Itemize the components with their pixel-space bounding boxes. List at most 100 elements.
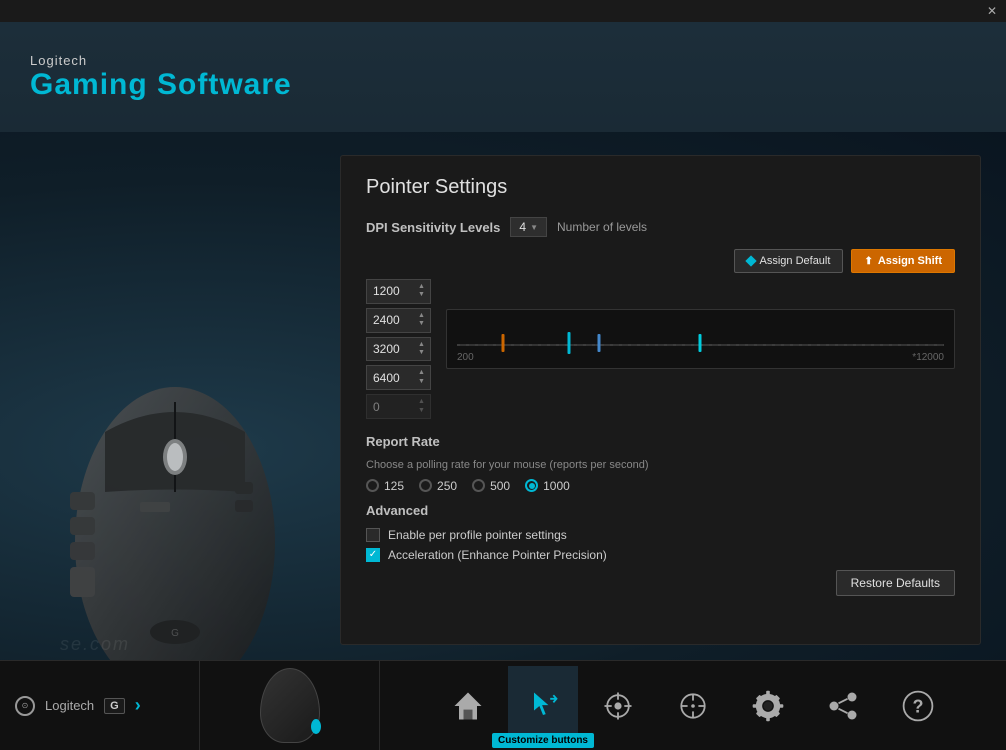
increment-icon[interactable]: ▲: [418, 398, 425, 406]
decrement-icon[interactable]: ▼: [418, 378, 425, 386]
dpi-level-4-stepper[interactable]: ▲ ▼: [418, 369, 425, 386]
increment-icon[interactable]: ▲: [418, 369, 425, 377]
checkbox-acceleration-label: Acceleration (Enhance Pointer Precision): [388, 548, 607, 562]
close-button[interactable]: ✕: [984, 3, 1000, 19]
radio-125[interactable]: 125: [366, 479, 404, 493]
num-levels-label: Number of levels: [557, 220, 647, 234]
chevron-down-icon: ▼: [530, 223, 538, 232]
dpi-marker-1[interactable]: [501, 334, 504, 352]
app-title: Gaming Software: [30, 68, 292, 102]
dpi-level-4-field[interactable]: [373, 371, 418, 385]
dpi-level-1-row: ▲ ▼: [366, 279, 431, 304]
slider-max-label: *12000: [912, 352, 944, 363]
share-icon: [823, 686, 863, 726]
checkbox-per-profile-box[interactable]: [366, 528, 380, 542]
brand-text: Logitech: [45, 698, 94, 713]
decrement-icon[interactable]: ▼: [418, 291, 425, 299]
dpi-marker-2[interactable]: [567, 332, 570, 354]
assign-buttons-row: Assign Default ⬆ Assign Shift: [366, 249, 955, 273]
increment-icon[interactable]: ▲: [418, 312, 425, 320]
radio-250[interactable]: 250: [419, 479, 457, 493]
checkbox-acceleration-box[interactable]: ✓: [366, 548, 380, 562]
nav-share[interactable]: [808, 666, 878, 746]
decrement-icon[interactable]: ▼: [418, 407, 425, 415]
radio-circle-125[interactable]: [366, 479, 379, 492]
advanced-label: Advanced: [366, 503, 955, 518]
radio-500[interactable]: 500: [472, 479, 510, 493]
dpi-level-2-field[interactable]: [373, 313, 418, 327]
dpi-level-5-field[interactable]: [373, 400, 418, 414]
dpi-content: ▲ ▼ ▲ ▼ ▲: [366, 279, 955, 419]
restore-defaults-button[interactable]: Restore Defaults: [836, 570, 955, 596]
increment-icon[interactable]: ▲: [418, 341, 425, 349]
radio-selected-indicator: [529, 483, 535, 489]
dpi-level-3-stepper[interactable]: ▲ ▼: [418, 341, 425, 358]
decrement-icon[interactable]: ▼: [418, 349, 425, 357]
title-bar: ✕: [0, 0, 1006, 22]
dpi-level-2-row: ▲ ▼: [366, 308, 431, 333]
checkbox-per-profile: Enable per profile pointer settings: [366, 528, 955, 542]
radio-1000[interactable]: 1000: [525, 479, 570, 493]
dpi-count-selector[interactable]: 4 ▼: [510, 217, 547, 237]
dpi-header: DPI Sensitivity Levels 4 ▼ Number of lev…: [366, 217, 955, 237]
dpi-levels-label: DPI Sensitivity Levels: [366, 220, 500, 235]
dpi-level-1-stepper[interactable]: ▲ ▼: [418, 283, 425, 300]
logitech-circle-icon: ⊙: [15, 696, 35, 716]
mouse-svg: G: [35, 292, 315, 712]
mouse-thumb-shape: [260, 668, 320, 743]
nav-help[interactable]: ?: [883, 666, 953, 746]
g-badge: G: [104, 698, 125, 714]
advanced-section: Advanced Enable per profile pointer sett…: [366, 503, 955, 596]
logitech-brand-text: Logitech: [45, 698, 94, 713]
radio-label-500: 500: [490, 479, 510, 493]
dpi-slider-area: 200 *12000: [446, 279, 955, 419]
assign-default-button[interactable]: Assign Default: [734, 249, 844, 273]
nav-crosshair[interactable]: [658, 666, 728, 746]
dpi-level-5-row: ▲ ▼: [366, 394, 431, 419]
logo-area: Logitech Gaming Software: [30, 53, 292, 102]
dpi-level-5-input[interactable]: ▲ ▼: [366, 394, 431, 419]
nav-settings[interactable]: [733, 666, 803, 746]
radio-circle-1000[interactable]: [525, 479, 538, 492]
nav-customize-buttons[interactable]: Customize buttons: [508, 666, 578, 746]
gear-icon: [748, 686, 788, 726]
bottom-left-brand: ⊙ Logitech G ›: [0, 661, 200, 750]
slider-min-label: 200: [457, 352, 474, 363]
customize-buttons-tooltip: Customize buttons: [492, 733, 594, 748]
radio-circle-250[interactable]: [419, 479, 432, 492]
report-rate-label: Report Rate: [366, 434, 955, 449]
dpi-level-1-input[interactable]: ▲ ▼: [366, 279, 431, 304]
dpi-level-3-field[interactable]: [373, 342, 418, 356]
cursor-arrows-icon: [523, 686, 563, 726]
mouse-thumbnail[interactable]: [200, 661, 380, 750]
radio-group: 125 250 500 1000: [366, 479, 955, 493]
main-panel: Pointer Settings DPI Sensitivity Levels …: [340, 155, 981, 645]
radio-circle-500[interactable]: [472, 479, 485, 492]
question-mark-icon: ?: [898, 686, 938, 726]
increment-icon[interactable]: ▲: [418, 283, 425, 291]
dpi-level-1-field[interactable]: [373, 284, 418, 298]
bottom-navigation: Customize buttons: [380, 666, 1006, 746]
mouse-thumb-blue-accent: [311, 719, 321, 734]
dpi-slider-container[interactable]: 200 *12000: [446, 309, 955, 369]
dpi-marker-3[interactable]: [597, 334, 600, 352]
dpi-level-4-row: ▲ ▼: [366, 365, 431, 390]
dpi-level-2-stepper[interactable]: ▲ ▼: [418, 312, 425, 329]
report-rate-section: Report Rate Choose a polling rate for yo…: [366, 434, 955, 493]
target-arrows-icon: [598, 686, 638, 726]
checkmark-icon: ✓: [369, 550, 377, 560]
checkbox-acceleration: ✓ Acceleration (Enhance Pointer Precisio…: [366, 548, 955, 562]
dpi-level-5-stepper[interactable]: ▲ ▼: [418, 398, 425, 415]
bottom-bar: ⊙ Logitech G ›: [0, 660, 1006, 750]
dpi-level-3-input[interactable]: ▲ ▼: [366, 337, 431, 362]
assign-shift-button[interactable]: ⬆ Assign Shift: [851, 249, 955, 273]
decrement-icon[interactable]: ▼: [418, 320, 425, 328]
diamond-icon: [745, 255, 756, 266]
nav-pointer-settings[interactable]: [583, 666, 653, 746]
svg-text:?: ?: [913, 696, 924, 716]
dpi-level-4-input[interactable]: ▲ ▼: [366, 365, 431, 390]
dpi-level-2-input[interactable]: ▲ ▼: [366, 308, 431, 333]
dpi-marker-4[interactable]: [699, 334, 702, 352]
dpi-level-3-row: ▲ ▼: [366, 337, 431, 362]
radio-label-1000: 1000: [543, 479, 570, 493]
